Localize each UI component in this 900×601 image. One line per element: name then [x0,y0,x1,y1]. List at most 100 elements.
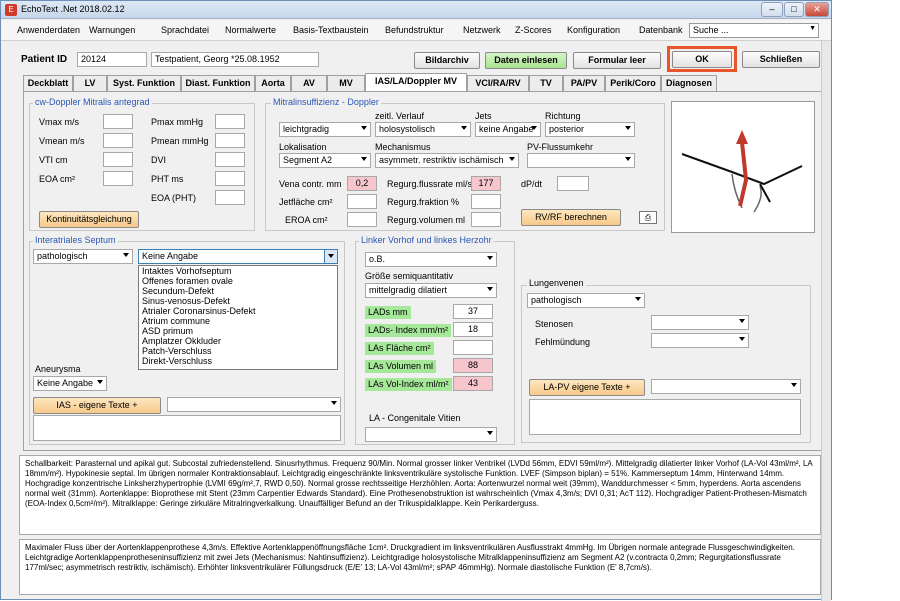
search-input[interactable]: Suche ... ▼ [689,23,819,38]
ias-eigene-texte-button[interactable]: IAS - eigene Texte + [33,397,161,414]
septum-select[interactable]: pathologisch [33,249,133,264]
list-item[interactable]: Atrialer Coronarsinus-Defekt [139,306,337,316]
aneurysma-select[interactable]: Keine Angabe [33,376,107,391]
regfrak-field[interactable] [471,194,501,209]
menu-datenbank[interactable]: Datenbank [639,25,683,35]
printer-icon[interactable]: ⎙ [639,211,657,224]
dvi-field[interactable] [215,152,245,167]
list-item[interactable]: ASD primum [139,326,337,336]
tab-syst-funktion[interactable]: Syst. Funktion [107,75,181,91]
stenosen-select[interactable] [651,315,749,330]
vmax-field[interactable] [103,114,133,129]
vena-field[interactable]: 0,2 [347,176,377,191]
la-pv-text-select[interactable] [651,379,801,394]
list-item[interactable]: Sinus-venosus-Defekt [139,296,337,306]
severity-select[interactable]: leichtgradig [279,122,371,137]
scrollbar[interactable] [821,41,831,601]
mechanismus-select[interactable]: asymmetr. restriktiv ischämisch [375,153,519,168]
lads-index-field[interactable]: 18 [453,322,493,337]
lokalisation-select[interactable]: Segment A2 [279,153,371,168]
menu-konfiguration[interactable]: Konfiguration [567,25,620,35]
patient-id-field[interactable]: 20124 [77,52,147,67]
la-pv-text-area[interactable] [529,399,801,435]
dpdt-field[interactable] [557,176,589,191]
la-select[interactable]: o.B. [365,252,497,267]
fehlmuendung-select[interactable] [651,333,749,348]
list-item[interactable]: Amplatzer Okkluder [139,336,337,346]
las-flaeche-field[interactable] [453,340,493,355]
menu-warnungen[interactable]: Warnungen [89,25,135,35]
tab-diagnosen[interactable]: Diagnosen [661,75,717,91]
pht-field[interactable] [215,171,245,186]
tab-tv[interactable]: TV [529,75,563,91]
menu-netzwerk[interactable]: Netzwerk [463,25,501,35]
septum-dropdown-list[interactable]: Intaktes Vorhofseptum Offenes foramen ov… [138,265,338,370]
tab-lv[interactable]: LV [73,75,107,91]
tab-aorta[interactable]: Aorta [255,75,291,91]
list-item[interactable]: Secundum-Defekt [139,286,337,296]
list-item[interactable]: Direkt-Verschluss [139,356,337,366]
regflow-field[interactable]: 177 [471,176,501,191]
richtung-select[interactable]: posterior [545,122,635,137]
summary-text-area[interactable]: Maximaler Fluss über der Aortenklappenpr… [19,539,821,595]
close-button[interactable]: ✕ [805,2,829,17]
eroa-field[interactable] [347,212,377,227]
patient-name-field[interactable]: Testpatient, Georg *25.08.1952 [151,52,319,67]
schliessen-button[interactable]: Schließen [742,51,820,68]
tab-vci-ra-rv[interactable]: VCI/RA/RV [467,75,529,91]
tab-av[interactable]: AV [291,75,327,91]
vmean-field[interactable] [103,133,133,148]
tab-ias-la-doppler-mv[interactable]: IAS/LA/Doppler MV [365,73,467,92]
ias-text-select[interactable] [167,397,341,412]
vti-field[interactable] [103,152,133,167]
menu-anwenderdaten[interactable]: Anwenderdaten [17,25,80,35]
search-text: Suche ... [693,25,729,35]
pmax-field[interactable] [215,114,245,129]
zeitl-select[interactable]: holosystolisch [375,122,471,137]
jetflaeche-field[interactable] [347,194,377,209]
menu-basis-textbaustein[interactable]: Basis-Textbaustein [293,25,369,35]
la-congenital-select[interactable] [365,427,497,442]
list-item[interactable]: Offenes foramen ovale [139,276,337,286]
tab-pa-pv[interactable]: PA/PV [563,75,605,91]
menu-z-scores[interactable]: Z-Scores [515,25,552,35]
las-vol-index-field[interactable]: 43 [453,376,493,391]
lads-index-label: LADs- Index mm/m² [365,324,452,337]
jets-select[interactable]: keine Angabe [475,122,541,137]
formular-leer-button[interactable]: Formular leer [573,52,661,69]
rv-rf-berechnen-button[interactable]: RV/RF berechnen [521,209,621,226]
kontinuitaetsgleichung-button[interactable]: Kontinuitätsgleichung [39,211,139,228]
chevron-down-icon [625,126,631,130]
minimize-button[interactable]: – [761,2,783,17]
menu-befundstruktur[interactable]: Befundstruktur [385,25,444,35]
daten-einlesen-button[interactable]: Daten einlesen [485,52,567,69]
chevron-down-icon[interactable]: ▼ [809,25,816,32]
tab-mv[interactable]: MV [327,75,365,91]
chevron-down-icon[interactable] [324,250,337,263]
menu-normalwerte[interactable]: Normalwerte [225,25,276,35]
lokalisation-value: Segment A2 [283,155,333,165]
pmean-field[interactable] [215,133,245,148]
report-text-area[interactable]: Schallbarkeit: Parasternal und apikal gu… [19,455,821,535]
regvol-field[interactable] [471,212,501,227]
pv-select[interactable] [527,153,635,168]
ias-text-area[interactable] [33,415,341,441]
lads-field[interactable]: 37 [453,304,493,319]
tab-diast-funktion[interactable]: Diast. Funktion [181,75,255,91]
las-volumen-field[interactable]: 88 [453,358,493,373]
lungenvenen-select[interactable]: pathologisch [527,293,645,308]
septum-type-select[interactable]: Keine Angabe [138,249,338,264]
eoa-pht-field[interactable] [215,190,245,205]
tab-perik-coro[interactable]: Perik/Coro [605,75,661,91]
list-item[interactable]: Atrium commune [139,316,337,326]
la-pv-eigene-texte-button[interactable]: LA-PV eigene Texte + [529,379,645,396]
menu-sprachdatei[interactable]: Sprachdatei [161,25,209,35]
list-item[interactable]: Intaktes Vorhofseptum [139,266,337,276]
list-item[interactable]: Patch-Verschluss [139,346,337,356]
ok-button[interactable]: OK [672,51,732,68]
tab-deckblatt[interactable]: Deckblatt [23,75,73,91]
eoa-field[interactable] [103,171,133,186]
bildarchiv-button[interactable]: Bildarchiv [414,52,480,69]
la-size-select[interactable]: mittelgradig dilatiert [365,283,497,298]
maximize-button[interactable]: □ [784,2,804,17]
